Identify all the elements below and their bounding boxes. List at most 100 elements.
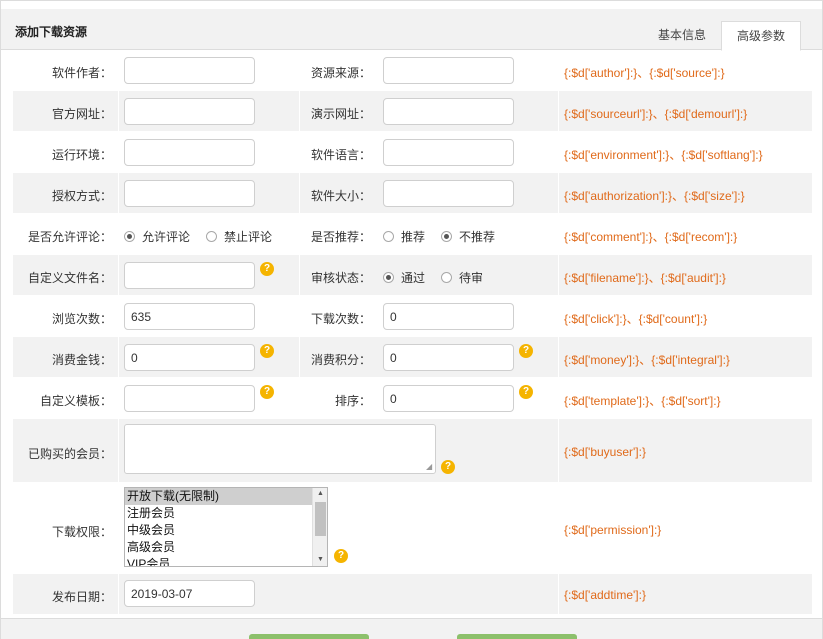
addtime-input[interactable]	[124, 580, 255, 607]
authorization-input[interactable]	[124, 180, 255, 207]
radio-checked-icon	[124, 231, 135, 242]
permission-listbox[interactable]: 开放下载(无限制) 注册会员 中级会员 高级会员 VIP会员 ▲ ▼	[124, 487, 328, 567]
panel-header: 添加下载资源 基本信息 高级参数	[1, 9, 822, 51]
money-input[interactable]	[124, 344, 255, 371]
author-code: {:$d['author']:}、{:$d['source']:}	[564, 66, 725, 80]
softlang-label: 软件语言：	[310, 148, 371, 162]
form-row-authorization: 授权方式： 软件大小： {:$d['authorization']:}、{:$d…	[13, 173, 812, 214]
author-input[interactable]	[124, 57, 255, 84]
sort-label: 排序：	[334, 394, 371, 408]
form-row-author: 软件作者： 资源来源： {:$d['author']:}、{:$d['sourc…	[13, 50, 812, 91]
author-label: 软件作者：	[51, 66, 112, 80]
radio-unchecked-icon	[383, 231, 394, 242]
count-label: 下载次数：	[310, 312, 371, 326]
softlang-input[interactable]	[383, 139, 514, 166]
permission-option[interactable]: VIP会员	[125, 556, 327, 566]
demourl-label: 演示网址：	[310, 107, 371, 121]
permission-option[interactable]: 开放下载(无限制)	[125, 488, 327, 505]
sort-input[interactable]	[383, 385, 514, 412]
comment-allow-label: 允许评论	[142, 230, 191, 244]
form-row-permission: 下载权限： 开放下载(无限制) 注册会员 中级会员 高级会员 VIP会员 ▲ ▼…	[13, 483, 812, 574]
environment-input[interactable]	[124, 139, 255, 166]
demourl-input[interactable]	[383, 98, 514, 125]
radio-unchecked-icon	[206, 231, 217, 242]
environment-label: 运行环境：	[51, 148, 112, 162]
form-row-filename: 自定义文件名： ? 审核状态： 通过 待审 {:$d['filename']:}…	[13, 255, 812, 296]
form-row-addtime: 发布日期： {:$d['addtime']:}	[13, 574, 812, 615]
buyuser-textarea[interactable]	[124, 424, 436, 474]
resize-handle-icon[interactable]: ◢	[426, 463, 434, 471]
comment-allow-radio[interactable]: 允许评论	[124, 228, 190, 245]
authorization-code: {:$d['authorization']:}、{:$d['size']:}	[564, 189, 745, 203]
environment-code: {:$d['environment']:}、{:$d['softlang']:}	[564, 148, 763, 162]
form-row-template: 自定义模板： ? 排序： ? {:$d['template']:}、{:$d['…	[13, 378, 812, 419]
audit-pass-label: 通过	[401, 271, 426, 285]
form-row-money: 消费金钱： ? 消费积分： ? {:$d['money']:}、{:$d['in…	[13, 337, 812, 378]
buyuser-code: {:$d['buyuser']:}	[564, 445, 646, 459]
recom-no-label: 不推荐	[459, 230, 496, 244]
help-icon[interactable]: ?	[519, 385, 533, 399]
url-code: {:$d['sourceurl']:}、{:$d['demourl']:}	[564, 107, 748, 121]
help-icon[interactable]: ?	[519, 344, 533, 358]
permission-option[interactable]: 注册会员	[125, 505, 327, 522]
form-row-environment: 运行环境： 软件语言： {:$d['environment']:}、{:$d['…	[13, 132, 812, 173]
addtime-label: 发布日期：	[51, 590, 112, 604]
permission-label: 下载权限：	[51, 525, 112, 539]
buyuser-label: 已购买的会员：	[27, 447, 112, 461]
size-label: 软件大小：	[310, 189, 371, 203]
source-label: 资源来源：	[310, 66, 371, 80]
audit-pending-radio[interactable]: 待审	[441, 269, 483, 286]
filename-input[interactable]	[124, 262, 255, 289]
tab-advanced[interactable]: 高级参数	[721, 21, 801, 51]
audit-pending-label: 待审	[459, 271, 484, 285]
filename-label: 自定义文件名：	[27, 271, 112, 285]
recom-yes-radio[interactable]: 推荐	[383, 228, 425, 245]
sourceurl-label: 官方网址：	[51, 107, 112, 121]
audit-label: 审核状态：	[310, 271, 371, 285]
submit-button[interactable]	[249, 634, 369, 639]
panel-title: 添加下载资源	[15, 25, 88, 39]
radio-checked-icon	[383, 272, 394, 283]
comment-code: {:$d['comment']:}、{:$d['recom']:}	[564, 230, 738, 244]
help-icon[interactable]: ?	[334, 549, 348, 563]
form-rows: 软件作者： 资源来源： {:$d['author']:}、{:$d['sourc…	[13, 50, 812, 615]
recom-label: 是否推荐：	[310, 230, 371, 244]
audit-pass-radio[interactable]: 通过	[383, 269, 425, 286]
addtime-code: {:$d['addtime']:}	[564, 588, 646, 602]
permission-option[interactable]: 中级会员	[125, 522, 327, 539]
comment-forbid-radio[interactable]: 禁止评论	[206, 228, 272, 245]
integral-input[interactable]	[383, 344, 514, 371]
form-row-comment: 是否允许评论： 允许评论 禁止评论 是否推荐： 推荐 不推荐 {:$d['com…	[13, 214, 812, 255]
help-icon[interactable]: ?	[260, 385, 274, 399]
count-input[interactable]	[383, 303, 514, 330]
radio-checked-icon	[441, 231, 452, 242]
money-code: {:$d['money']:}、{:$d['integral']:}	[564, 353, 730, 367]
help-icon[interactable]: ?	[260, 344, 274, 358]
source-input[interactable]	[383, 57, 514, 84]
recom-yes-label: 推荐	[401, 230, 426, 244]
help-icon[interactable]: ?	[260, 262, 274, 276]
size-input[interactable]	[383, 180, 514, 207]
comment-forbid-label: 禁止评论	[224, 230, 273, 244]
scrollbar-thumb[interactable]	[315, 502, 326, 536]
scroll-up-icon[interactable]: ▲	[313, 488, 327, 500]
click-input[interactable]	[124, 303, 255, 330]
recom-no-radio[interactable]: 不推荐	[441, 228, 495, 245]
radio-unchecked-icon	[441, 272, 452, 283]
listbox-scrollbar[interactable]: ▲ ▼	[312, 488, 327, 566]
click-label: 浏览次数：	[51, 312, 112, 326]
comment-label: 是否允许评论：	[27, 230, 112, 244]
template-input[interactable]	[124, 385, 255, 412]
template-label: 自定义模板：	[39, 394, 112, 408]
help-icon[interactable]: ?	[441, 460, 455, 474]
reset-button[interactable]	[457, 634, 577, 639]
sourceurl-input[interactable]	[124, 98, 255, 125]
tab-basic-info[interactable]: 基本信息	[645, 21, 719, 50]
add-download-panel: 添加下载资源 基本信息 高级参数 软件作者： 资源来源： {:$d['autho…	[0, 0, 823, 639]
form-row-url: 官方网址： 演示网址： {:$d['sourceurl']:}、{:$d['de…	[13, 91, 812, 132]
scroll-down-icon[interactable]: ▼	[313, 554, 327, 566]
integral-label: 消费积分：	[310, 353, 371, 367]
permission-code: {:$d['permission']:}	[564, 523, 662, 537]
form-row-buyuser: 已购买的会员： ◢ ? {:$d['buyuser']:}	[13, 419, 812, 483]
permission-option[interactable]: 高级会员	[125, 539, 327, 556]
